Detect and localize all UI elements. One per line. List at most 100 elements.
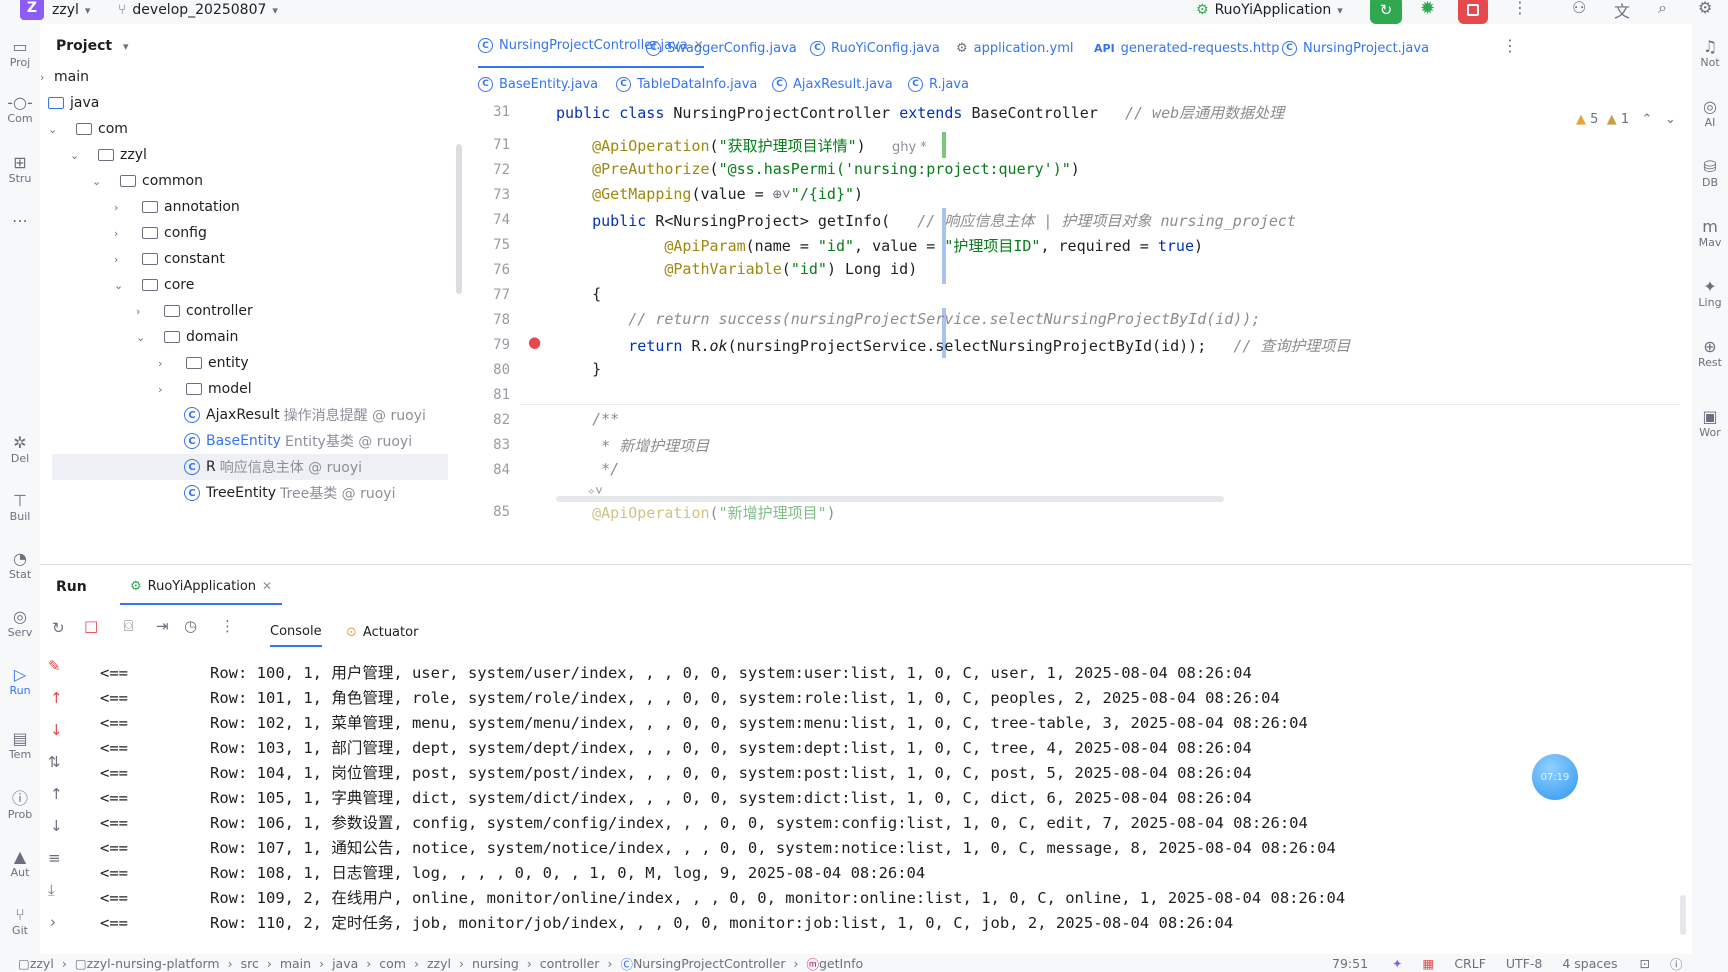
breadcrumb-item[interactable]: zzyl	[30, 956, 54, 971]
lingma-tool-button[interactable]: ✦ Ling	[1694, 278, 1726, 310]
arrow-up-icon[interactable]: ↑	[50, 689, 63, 707]
stop-icon[interactable]: □	[84, 617, 98, 635]
tree-node[interactable]: ⌄ core	[114, 272, 194, 298]
rerun-button[interactable]: ↻	[1370, 0, 1402, 24]
tab-swagger-config[interactable]: C SwaggerConfig.java	[646, 38, 797, 58]
tree-node[interactable]: ⌄ domain	[136, 324, 238, 350]
tab-ajax-result[interactable]: C AjaxResult.java	[772, 74, 893, 94]
lock-icon[interactable]: ⊡	[1639, 956, 1649, 971]
problems-tool-button[interactable]: ⓘ Prob	[4, 790, 36, 822]
notifications-tool-button[interactable]: ♫ Not	[1694, 38, 1726, 70]
breadcrumb-item[interactable]: main	[280, 956, 311, 971]
tabs-more-icon[interactable]: ⋮	[1502, 36, 1518, 55]
tree-node[interactable]: ⌄ zzyl	[70, 142, 147, 168]
tab-ruoyi-config[interactable]: C RuoYiConfig.java	[810, 38, 940, 58]
windows-icon[interactable]: ▦	[1423, 956, 1435, 971]
project-panel-title[interactable]: Project ▾	[56, 38, 128, 54]
close-icon[interactable]: ✕	[262, 579, 272, 593]
settings-gear-icon[interactable]: ⚙	[1698, 0, 1712, 17]
tab-generated-requests[interactable]: API generated-requests.http	[1094, 38, 1280, 58]
breadcrumb-item[interactable]: zzyl	[427, 956, 451, 971]
tree-node[interactable]: C AjaxResult 操作消息提醒 @ ruoyi	[184, 402, 426, 428]
run-config-selector[interactable]: ⚙ RuoYiApplication ▾	[1196, 0, 1343, 20]
scroll-to-end-icon[interactable]: ⤓	[48, 881, 55, 899]
git-tool-button[interactable]: ⑂ Git	[4, 906, 36, 938]
code-editor[interactable]: ▲ 5 ▲ 1 ⌃ ⌄ 31 public class NursingProje…	[470, 104, 1692, 564]
tree-node[interactable]: C BaseEntity Entity基类 @ ruoyi	[184, 428, 412, 454]
profiler-icon[interactable]: ◷	[184, 617, 197, 635]
breadcrumb-item[interactable]: src	[241, 956, 259, 971]
rest-tool-button[interactable]: ⊕ Rest	[1694, 338, 1726, 370]
soft-wrap-icon[interactable]: ≡	[48, 849, 61, 867]
run-tab-ruoyi-application[interactable]: ⚙ RuoYiApplication ✕	[120, 575, 283, 605]
commit-tool-button[interactable]: -○- Com	[4, 94, 36, 126]
more-actions-icon[interactable]: ⋮	[220, 617, 235, 635]
exit-icon[interactable]: ⇥	[156, 617, 169, 635]
debug-icon[interactable]: ✹	[1420, 0, 1435, 19]
stop-button[interactable]	[1458, 0, 1488, 24]
services-tool-button[interactable]: ◎ Serv	[4, 608, 36, 640]
tree-node[interactable]: › main	[40, 64, 89, 90]
console-scrollbar[interactable]	[1680, 895, 1686, 935]
chevron-up-icon[interactable]: ⌃	[1642, 112, 1653, 127]
tab-actuator[interactable]: ⊙ Actuator	[346, 617, 418, 647]
caret-position[interactable]: 79:51	[1332, 956, 1368, 971]
tab-application-yml[interactable]: ⚙ application.yml	[956, 38, 1073, 58]
inspection-widget[interactable]: ▲ 5 ▲ 1 ⌃ ⌄	[1576, 112, 1676, 127]
camera-icon[interactable]: ⌼	[124, 617, 133, 635]
breadcrumb-item[interactable]: NursingProjectController	[633, 956, 786, 971]
project-tool-button[interactable]: ▭ Proj	[4, 38, 36, 70]
error-bulb-icon[interactable]: ●	[528, 333, 541, 351]
breadcrumb-item[interactable]: zzyl-nursing-platform	[87, 956, 220, 971]
word-tool-button[interactable]: ▣ Wor	[1694, 408, 1726, 440]
tree-node[interactable]: ⌄ com	[48, 116, 128, 142]
scroll-down-icon[interactable]: ↓	[50, 817, 63, 835]
breadcrumb-item[interactable]: nursing	[472, 956, 519, 971]
clear-icon[interactable]: ✎	[48, 657, 61, 675]
file-encoding[interactable]: UTF-8	[1506, 956, 1542, 971]
chevron-down-icon[interactable]: ⌄	[1665, 112, 1676, 127]
breadcrumb-item[interactable]: getInfo	[819, 956, 863, 971]
search-icon[interactable]: ⌕	[1658, 0, 1667, 18]
tab-console[interactable]: Console	[270, 617, 322, 647]
terminal-tool-button[interactable]: ▤ Tem	[4, 730, 36, 762]
notifications-icon[interactable]: ⓘ	[1670, 954, 1683, 972]
tree-node[interactable]: ⌄ common	[92, 168, 203, 194]
tab-table-data-info[interactable]: C TableDataInfo.java	[616, 74, 757, 94]
tree-node[interactable]: › entity	[158, 350, 249, 376]
vcs-change-marker[interactable]	[942, 132, 946, 158]
scroll-up-icon[interactable]: ↑	[50, 785, 63, 803]
tree-node[interactable]: C TreeEntity Tree基类 @ ruoyi	[184, 480, 396, 506]
tree-node[interactable]: › controller	[136, 298, 253, 324]
debug-tool-button[interactable]: ✲ Del	[4, 434, 36, 466]
tree-node[interactable]: › config	[114, 220, 207, 246]
ai-plugin-icon[interactable]: ✦	[1392, 956, 1402, 971]
breadcrumb-item[interactable]: controller	[540, 956, 600, 971]
tree-node[interactable]: › constant	[114, 246, 225, 272]
tree-node[interactable]: java	[48, 90, 99, 116]
arrow-down-icon[interactable]: ↓	[50, 721, 63, 739]
tab-nursing-project[interactable]: C NursingProject.java	[1282, 38, 1429, 58]
database-tool-button[interactable]: ⛁ DB	[1694, 158, 1726, 190]
sort-icon[interactable]: ⇅	[48, 753, 61, 771]
more-actions-icon[interactable]: ⋮	[1512, 0, 1528, 17]
tree-node-selected[interactable]: C R 响应信息主体 @ ruoyi	[52, 454, 448, 480]
auto-tool-button[interactable]: ▲ Aut	[4, 848, 36, 880]
branch-selector[interactable]: ⑂ develop_20250807 ▾	[118, 0, 278, 20]
statistic-tool-button[interactable]: ◔ Stat	[4, 550, 36, 582]
project-scrollbar[interactable]	[456, 144, 462, 294]
build-tool-button[interactable]: ⊤ Buil	[4, 492, 36, 524]
indent-setting[interactable]: 4 spaces	[1562, 956, 1617, 971]
floating-timer-badge[interactable]: 07:19	[1532, 754, 1578, 800]
tab-base-entity[interactable]: C BaseEntity.java	[478, 74, 598, 94]
tree-node[interactable]: › model	[158, 376, 252, 402]
ai-assistant-tool-button[interactable]: ◎ AI	[1694, 98, 1726, 130]
project-badge[interactable]: Z	[20, 0, 44, 20]
tab-r[interactable]: C R.java	[908, 74, 969, 94]
structure-tool-button[interactable]: ⊞ Stru	[4, 154, 36, 186]
breadcrumb-item[interactable]: java	[332, 956, 358, 971]
tree-node[interactable]: › annotation	[114, 194, 240, 220]
globe-icon[interactable]: ⊕˅	[773, 185, 791, 203]
maven-tool-button[interactable]: m Mav	[1694, 218, 1726, 250]
chevron-right-icon[interactable]: ›	[50, 913, 56, 931]
